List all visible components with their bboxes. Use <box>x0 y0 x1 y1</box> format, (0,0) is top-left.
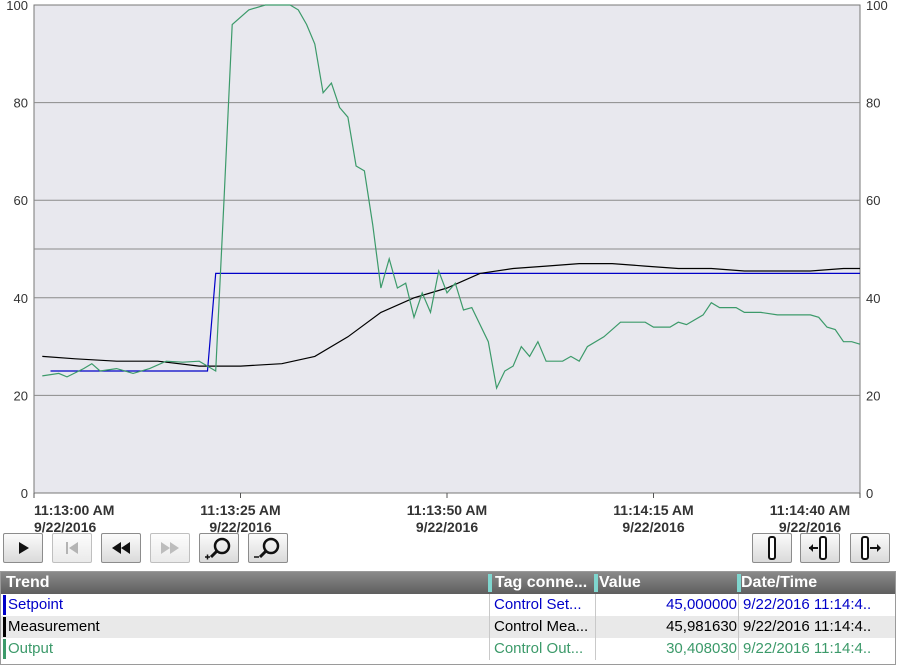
column-header-datetime[interactable]: Date/Time <box>737 572 896 594</box>
y-tick-label: 100 <box>6 0 28 13</box>
x-tick-time-label: 11:14:40 AM <box>770 502 850 518</box>
trend-legend-table: Trend Tag conne... Value Date/Time Setpo… <box>0 571 896 665</box>
column-divider <box>595 594 596 660</box>
trend-toolbar <box>0 533 898 567</box>
first-record-icon <box>66 542 78 554</box>
ruler-right-button[interactable] <box>850 533 890 563</box>
right-y-axis: 0 20 40 60 80 100 <box>866 0 888 501</box>
y-tick-label: 0 <box>866 486 873 501</box>
previous-button[interactable] <box>101 533 141 563</box>
tag-connection: Control Set... <box>494 596 582 613</box>
y-tick-label: 80 <box>14 96 28 111</box>
table-row[interactable]: Measurement Control Mea... 45,981630 9/2… <box>1 616 895 638</box>
trend-value: 30,408030 <box>666 640 737 657</box>
y-tick-label: 100 <box>866 0 888 13</box>
zoom-out-icon <box>254 537 280 559</box>
zoom-in-button[interactable] <box>199 533 239 563</box>
zoom-in-icon <box>205 537 231 560</box>
trend-chart[interactable]: 0 20 40 60 80 100 0 20 40 60 80 100 11:13:00 AM9/2… <box>0 0 898 535</box>
ruler-button[interactable] <box>752 533 792 563</box>
column-header-tag[interactable]: Tag conne... <box>488 572 600 594</box>
trend-datetime: 9/22/2016 11:14:4.. <box>743 640 872 657</box>
y-tick-label: 40 <box>866 291 880 306</box>
trend-datetime: 9/22/2016 11:14:4.. <box>743 596 872 613</box>
tag-connection: Control Mea... <box>494 618 589 635</box>
y-tick-label: 60 <box>14 193 28 208</box>
x-tick-time-label: 11:13:25 AM <box>200 502 280 518</box>
forward-icon <box>161 542 179 554</box>
column-divider <box>738 594 739 660</box>
y-tick-label: 20 <box>866 388 880 403</box>
trend-name: Measurement <box>8 618 100 635</box>
trend-name: Output <box>8 640 54 657</box>
table-header: Trend Tag conne... Value Date/Time <box>1 572 895 594</box>
column-resize-handle[interactable] <box>488 574 492 592</box>
series-color-marker <box>3 617 6 637</box>
trend-datetime: 9/22/2016 11:14:4.. <box>743 618 872 635</box>
next-button[interactable] <box>150 533 190 563</box>
ruler-left-button[interactable] <box>800 533 840 563</box>
tag-connection: Control Out... <box>494 640 584 657</box>
trend-value: 45,981630 <box>666 618 737 635</box>
start-button[interactable] <box>3 533 43 563</box>
column-resize-handle[interactable] <box>737 574 741 592</box>
play-icon <box>19 542 29 554</box>
left-y-axis: 0 20 40 60 80 100 <box>6 0 28 501</box>
first-record-button[interactable] <box>52 533 92 563</box>
ruler-left-icon <box>809 536 827 560</box>
trend-name: Setpoint <box>8 596 64 613</box>
y-tick-label: 40 <box>14 291 28 306</box>
x-tick-time-label: 11:14:15 AM <box>613 502 693 518</box>
ruler-icon <box>768 536 776 560</box>
zoom-out-button[interactable] <box>248 533 288 563</box>
column-header-value[interactable]: Value <box>594 572 739 594</box>
x-axis: 11:13:00 AM9/22/201611:13:25 AM9/22/2016… <box>33 493 861 535</box>
y-tick-label: 60 <box>866 193 880 208</box>
y-tick-label: 20 <box>14 388 28 403</box>
y-tick-label: 0 <box>21 486 28 501</box>
column-divider <box>489 594 490 660</box>
series-color-marker <box>3 639 6 659</box>
trend-value: 45,000000 <box>666 596 737 613</box>
table-row[interactable]: Setpoint Control Set... 45,000000 9/22/2… <box>1 594 895 616</box>
y-tick-label: 80 <box>866 96 880 111</box>
ruler-right-icon <box>861 536 881 560</box>
rewind-icon <box>112 542 130 554</box>
x-tick-time-label: 11:13:50 AM <box>407 502 487 518</box>
column-header-trend[interactable]: Trend <box>6 572 486 594</box>
x-tick-time-label: 11:13:00 AM <box>34 502 114 518</box>
column-resize-handle[interactable] <box>594 574 598 592</box>
table-row[interactable]: Output Control Out... 30,408030 9/22/201… <box>1 638 895 660</box>
series-color-marker <box>3 595 6 615</box>
